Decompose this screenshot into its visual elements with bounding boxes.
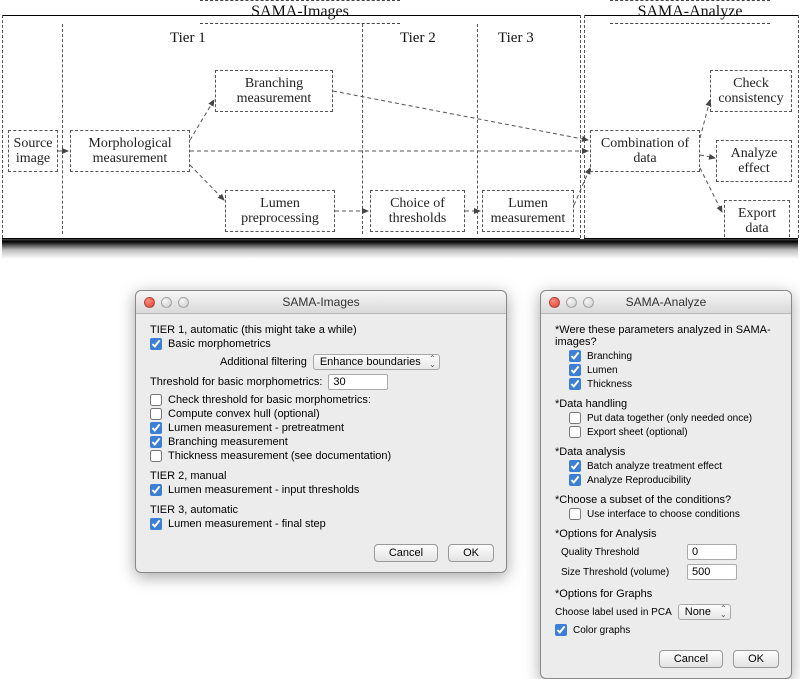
- size-threshold-label: Size Threshold (volume): [561, 567, 681, 578]
- chk-use-interface-conditions[interactable]: [569, 508, 581, 520]
- cancel-button[interactable]: Cancel: [659, 650, 723, 668]
- chk-put-data-together[interactable]: [569, 412, 581, 424]
- chk-analyze-reproducibility[interactable]: [569, 474, 581, 486]
- flow-arrows: [0, 0, 800, 260]
- chk-lumen[interactable]: [569, 364, 581, 376]
- flowchart-area: SAMA-Images SAMA-Analyze Tier 1 Tier 2 T…: [0, 0, 800, 260]
- chk-thickness-measurement[interactable]: [150, 450, 162, 462]
- quality-threshold-label: Quality Threshold: [561, 547, 681, 558]
- chk-color-graphs[interactable]: [555, 624, 567, 636]
- chk-batch-analyze[interactable]: [569, 460, 581, 472]
- minimize-icon[interactable]: [161, 297, 172, 308]
- zoom-icon[interactable]: [583, 297, 594, 308]
- q6-header: *Options for Graphs: [555, 588, 777, 600]
- zoom-icon[interactable]: [178, 297, 189, 308]
- chk-branching-measurement[interactable]: [150, 436, 162, 448]
- threshold-input[interactable]: [328, 374, 388, 390]
- tier1-header: TIER 1, automatic (this might take a whi…: [150, 324, 492, 336]
- chk-branching[interactable]: [569, 350, 581, 362]
- additional-filtering-label: Additional filtering: [220, 356, 307, 368]
- q5-header: *Options for Analysis: [555, 528, 777, 540]
- chk-lumen-input-thresholds[interactable]: [150, 484, 162, 496]
- chk-lumen-pretreatment[interactable]: [150, 422, 162, 434]
- chk-lumen-final-step[interactable]: [150, 518, 162, 530]
- quality-threshold-input[interactable]: [687, 544, 737, 560]
- chk-thickness[interactable]: [569, 378, 581, 390]
- dialog-sama-analyze: SAMA-Analyze *Were these parameters anal…: [540, 290, 792, 679]
- cancel-button[interactable]: Cancel: [374, 544, 438, 562]
- basic-morphometrics-checkbox[interactable]: [150, 338, 162, 350]
- pca-select[interactable]: None: [678, 604, 731, 620]
- size-threshold-input[interactable]: [687, 564, 737, 580]
- chk-export-sheet[interactable]: [569, 426, 581, 438]
- chk-convex-hull[interactable]: [150, 408, 162, 420]
- dialog-sama-images: SAMA-Images TIER 1, automatic (this migh…: [135, 290, 507, 573]
- chk-check-threshold[interactable]: [150, 394, 162, 406]
- q1-header: *Were these parameters analyzed in SAMA-…: [555, 324, 777, 348]
- additional-filtering-select[interactable]: Enhance boundaries: [313, 354, 440, 370]
- q3-header: *Data analysis: [555, 446, 777, 458]
- ok-button[interactable]: OK: [733, 650, 779, 668]
- basic-morphometrics-label: Basic morphometrics: [168, 338, 271, 350]
- pca-label: Choose label used in PCA: [555, 607, 672, 618]
- tier3-header: TIER 3, automatic: [150, 504, 492, 516]
- titlebar: SAMA-Images: [136, 291, 506, 314]
- ok-button[interactable]: OK: [448, 544, 494, 562]
- tier2-header: TIER 2, manual: [150, 470, 492, 482]
- q4-header: *Choose a subset of the conditions?: [555, 494, 777, 506]
- titlebar: SAMA-Analyze: [541, 291, 791, 314]
- minimize-icon[interactable]: [566, 297, 577, 308]
- q2-header: *Data handling: [555, 398, 777, 410]
- close-icon[interactable]: [144, 297, 155, 308]
- window-title: SAMA-Images: [136, 295, 506, 309]
- threshold-label: Threshold for basic morphometrics:: [150, 376, 322, 388]
- close-icon[interactable]: [549, 297, 560, 308]
